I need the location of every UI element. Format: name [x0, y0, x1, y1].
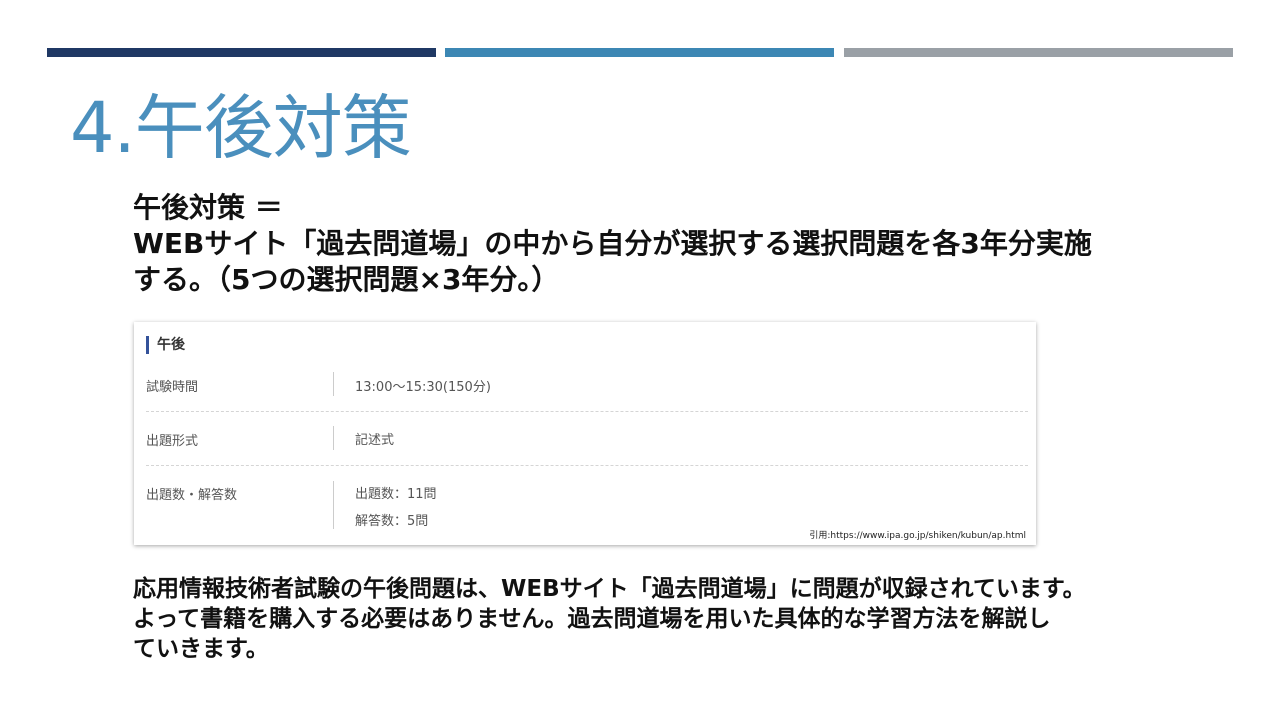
row-label: 試験時間 — [146, 380, 199, 395]
column-separator — [333, 372, 334, 396]
row-divider — [146, 465, 1028, 466]
top-accent-bar-gray — [844, 48, 1233, 57]
heading-line: する。（5つの選択問題×3年分。） — [133, 263, 560, 296]
row-value: 記述式 — [355, 433, 395, 448]
section-heading: 午後対策 ＝ WEBサイト「過去問道場」の中から自分が選択する選択問題を各3年分… — [133, 190, 1233, 298]
top-accent-bar-navy — [47, 48, 436, 57]
column-separator — [333, 481, 334, 529]
table-row: 試験時間 13:00〜15:30(150分) — [146, 372, 1028, 398]
paragraph-line: 応用情報技術者試験の午後問題は、WEBサイト「過去問道場」に問題が収録されていま… — [133, 576, 1086, 602]
row-divider — [146, 411, 1028, 412]
row-value: 解答数：5問 — [355, 514, 429, 529]
table-row: 出題形式 記述式 — [146, 426, 1028, 452]
paragraph-line: よって書籍を購入する必要はありません。過去問道場を用いた具体的な学習方法を解説し — [133, 606, 1051, 632]
column-separator — [333, 426, 334, 450]
body-paragraph: 応用情報技術者試験の午後問題は、WEBサイト「過去問道場」に問題が収録されていま… — [133, 574, 1243, 664]
slide-title: 4.午後対策 — [70, 87, 412, 169]
row-value: 出題数：11問 — [355, 487, 437, 502]
paragraph-line: ていきます。 — [133, 636, 269, 662]
row-label: 出題形式 — [146, 434, 199, 449]
top-accent-bar-blue — [445, 48, 834, 57]
citation-source: 引用:https://www.ipa.go.jp/shiken/kubun/ap… — [809, 531, 1026, 541]
table-row: 出題数・解答数 出題数：11問 解答数：5問 — [146, 479, 1028, 531]
heading-line: 午後対策 ＝ — [133, 191, 283, 224]
heading-line: WEBサイト「過去問道場」の中から自分が選択する選択問題を各3年分実施 — [133, 227, 1092, 260]
exam-info-screenshot: 午後 試験時間 13:00〜15:30(150分) 出題形式 記述式 出題数・解… — [134, 322, 1036, 545]
row-label: 出題数・解答数 — [146, 488, 238, 503]
row-value: 13:00〜15:30(150分) — [355, 380, 491, 395]
card-header: 午後 — [146, 336, 185, 354]
